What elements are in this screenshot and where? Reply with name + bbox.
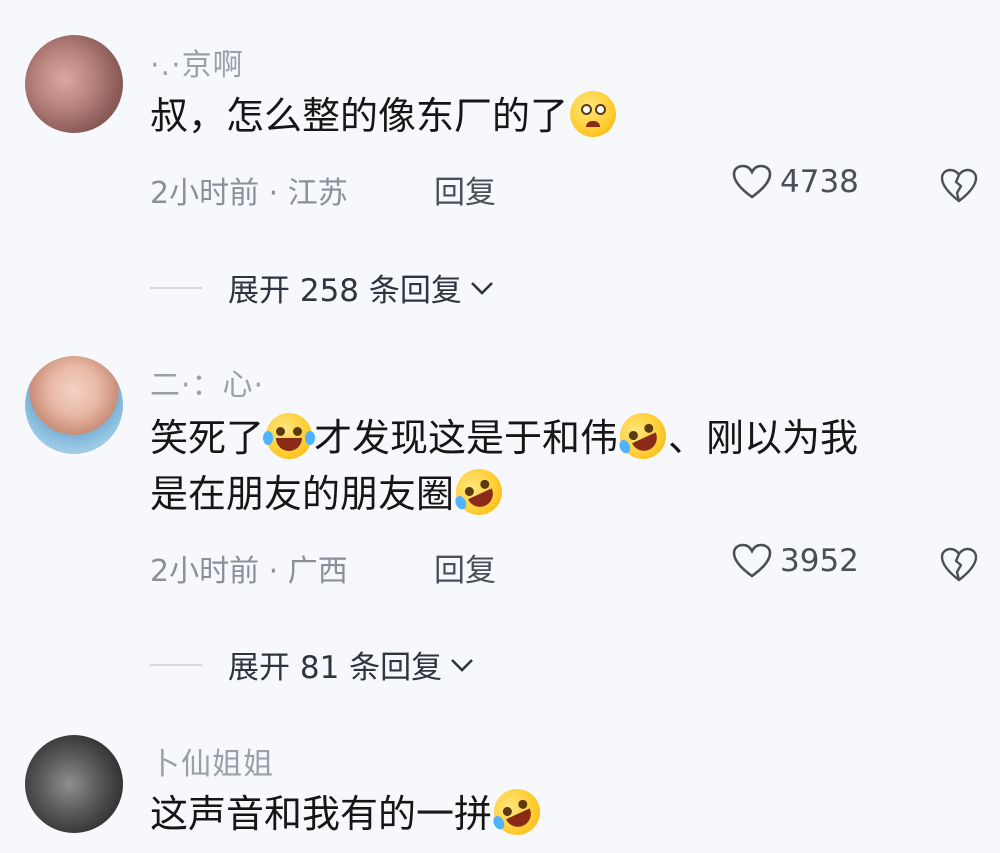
expand-replies-button[interactable]: 展开 258 条回复 — [150, 265, 496, 310]
username[interactable]: 卜仙姐姐 — [150, 739, 274, 783]
chevron-down-icon — [451, 658, 474, 672]
like-button[interactable]: 4738 — [732, 164, 859, 200]
rofl-emoji-icon — [448, 461, 510, 523]
avatar[interactable] — [25, 735, 123, 833]
heart-icon — [732, 543, 772, 578]
comment-text: 这声音和我有的一拼 — [150, 781, 970, 843]
location: 广西 — [287, 554, 348, 589]
username[interactable]: 二·：心· — [150, 360, 264, 404]
broken-heart-icon[interactable] — [940, 547, 978, 583]
comment-meta: 2小时前 · 江苏 — [150, 168, 348, 212]
location: 江苏 — [287, 176, 348, 211]
comment-text-part: 、刚以为我 — [668, 416, 859, 460]
like-button[interactable]: 3952 — [732, 543, 859, 579]
like-count: 3952 — [780, 543, 859, 579]
expand-replies-label: 展开 81 条回复 — [228, 650, 443, 686]
avatar[interactable] — [25, 35, 123, 133]
chevron-down-icon — [470, 281, 493, 295]
comment-text: 笑死了 才发现这是于和伟 、刚以为我 是在朋友的朋友圈 — [150, 405, 970, 523]
comment-text: 叔，怎么整的像东厂的了 — [150, 88, 970, 144]
heart-icon — [732, 164, 772, 199]
reply-button[interactable]: 回复 — [434, 545, 496, 590]
rofl-emoji-icon — [486, 781, 548, 843]
like-count: 4738 — [780, 164, 859, 200]
username[interactable]: ·.·京啊 — [150, 40, 244, 84]
separator: · — [268, 176, 279, 211]
avatar[interactable] — [25, 356, 123, 454]
timestamp: 2小时前 — [150, 176, 260, 211]
tears-of-joy-emoji-icon — [263, 413, 316, 459]
reply-button[interactable]: 回复 — [434, 167, 496, 212]
timestamp: 2小时前 — [150, 554, 260, 589]
separator: · — [268, 554, 279, 589]
comment-meta: 2小时前 · 广西 — [150, 546, 348, 590]
comment-text-part: 是在朋友的朋友圈 — [150, 472, 455, 516]
comment-text-part: 笑死了 — [150, 416, 265, 460]
divider — [150, 663, 202, 666]
comment-text-content: 这声音和我有的一拼 — [150, 792, 493, 836]
divider — [150, 286, 202, 289]
comment-text-part: 才发现这是于和伟 — [314, 416, 619, 460]
rofl-emoji-icon — [612, 405, 674, 467]
broken-heart-icon[interactable] — [940, 168, 978, 204]
pleading-face-emoji-icon — [570, 91, 617, 137]
expand-replies-button[interactable]: 展开 81 条回复 — [150, 642, 476, 687]
expand-replies-label: 展开 258 条回复 — [228, 273, 462, 309]
comment-text-content: 叔，怎么整的像东厂的了 — [150, 94, 569, 138]
